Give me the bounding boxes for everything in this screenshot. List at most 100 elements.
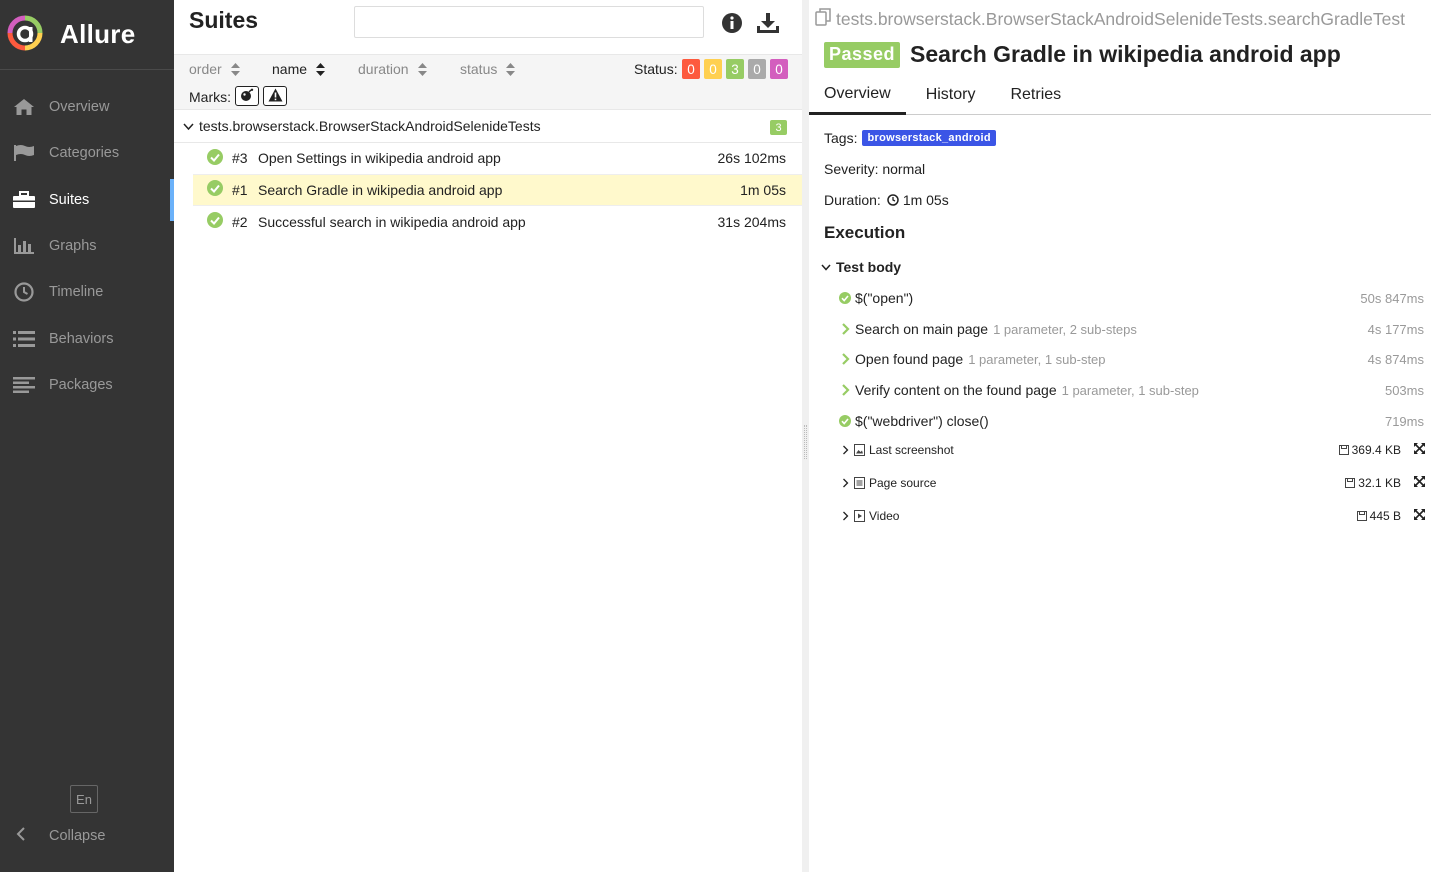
test-name: Successful search in wikipedia android a…: [258, 213, 526, 230]
chevron-right-icon: [838, 511, 852, 521]
test-row-selected[interactable]: #1 Search Gradle in wikipedia android ap…: [193, 174, 802, 206]
test-path-text: tests.browserstack.BrowserStackAndroidSe…: [836, 9, 1405, 29]
sidebar-item-overview[interactable]: Overview: [0, 84, 174, 130]
step-row[interactable]: Open found page 1 parameter, 1 sub-step …: [838, 344, 1431, 374]
allure-report: Allure Overview Categories Suites Graphs…: [0, 0, 1431, 872]
expand-icon[interactable]: [1414, 476, 1425, 490]
step-row[interactable]: Search on main page 1 parameter, 2 sub-s…: [838, 314, 1431, 344]
sidebar-item-packages[interactable]: Packages: [0, 362, 174, 408]
passed-count-badge: 3: [770, 120, 787, 135]
step-row[interactable]: $("open") 50s 847ms: [838, 283, 1431, 313]
status-skipped-toggle[interactable]: 0: [748, 59, 766, 79]
tab-retries[interactable]: Retries: [995, 75, 1076, 114]
sort-by-status[interactable]: status: [460, 61, 516, 77]
sidebar-item-categories[interactable]: Categories: [0, 130, 174, 176]
step-meta: 1 parameter, 1 sub-step: [968, 351, 1106, 367]
save-icon: [1338, 445, 1349, 455]
step-duration: 503ms: [1384, 382, 1424, 398]
sort-bar: order name duration status Status: 0 0 3…: [174, 54, 802, 110]
tab-overview[interactable]: Overview: [809, 75, 906, 115]
execution-heading: Execution: [824, 223, 906, 242]
test-title: Search Gradle in wikipedia android app: [910, 41, 1341, 67]
suite-group[interactable]: tests.browserstack.BrowserStackAndroidSe…: [174, 110, 802, 143]
sidebar-item-behaviors[interactable]: Behaviors: [0, 315, 174, 361]
test-number: #3: [232, 150, 248, 167]
test-duration: 1m 05s: [740, 181, 786, 198]
attachment-row[interactable]: Video 445 B: [838, 501, 1431, 531]
step-meta: 1 parameter, 1 sub-step: [1061, 382, 1199, 398]
test-duration: 26s 102ms: [717, 150, 786, 167]
clock-icon: [12, 282, 36, 302]
passed-icon: [838, 292, 852, 304]
sidebar-item-label: Packages: [49, 376, 113, 393]
search-input[interactable]: [354, 6, 704, 38]
video-file-icon: [854, 510, 865, 522]
clock-icon: [887, 194, 899, 206]
save-icon: [1345, 478, 1356, 488]
language-button[interactable]: En: [70, 785, 98, 813]
attachment-row[interactable]: Page source 32.1 KB: [838, 468, 1431, 498]
sidebar-item-label: Categories: [49, 145, 120, 162]
info-icon[interactable]: [720, 10, 744, 36]
passed-icon: [838, 415, 852, 427]
chevron-right-icon: [838, 323, 852, 335]
attachment-size: 445 B: [1356, 509, 1401, 523]
step-duration: 4s 874ms: [1367, 351, 1424, 367]
allure-logo-icon: [7, 15, 43, 54]
step-row[interactable]: Verify content on the found page 1 param…: [838, 375, 1431, 405]
step-row[interactable]: $("webdriver") close() 719ms: [838, 406, 1431, 436]
status-unknown-toggle[interactable]: 0: [770, 59, 788, 79]
new-failed-mark-toggle[interactable]: [263, 86, 287, 106]
duration-value: 1m 05s: [902, 192, 949, 208]
test-row[interactable]: #2 Successful search in wikipedia androi…: [193, 206, 802, 238]
flaky-mark-toggle[interactable]: [235, 86, 259, 106]
sort-icon: [417, 62, 427, 76]
test-name: Open Settings in wikipedia android app: [258, 150, 501, 167]
expand-icon[interactable]: [1414, 443, 1425, 457]
collapse-label: Collapse: [49, 828, 106, 844]
copy-icon[interactable]: [815, 8, 832, 31]
attachment-size-text: 369.4 KB: [1351, 443, 1401, 457]
attachment-size: 369.4 KB: [1338, 443, 1401, 457]
sidebar-item-graphs[interactable]: Graphs: [0, 223, 174, 269]
sidebar-nav: Overview Categories Suites Graphs Timeli…: [0, 84, 174, 408]
sort-by-duration[interactable]: duration: [358, 61, 427, 77]
align-left-icon: [12, 375, 36, 395]
status-passed-toggle[interactable]: 3: [726, 59, 744, 79]
sort-by-order[interactable]: order: [189, 61, 240, 77]
pane-splitter[interactable]: [802, 0, 809, 872]
tab-history[interactable]: History: [911, 75, 991, 114]
sort-by-name[interactable]: name: [272, 61, 326, 77]
step-meta: 1 parameter, 2 sub-steps: [993, 321, 1137, 337]
attachment-row[interactable]: Last screenshot 369.4 KB: [838, 435, 1431, 465]
status-broken-toggle[interactable]: 0: [704, 59, 722, 79]
step-name: Search on main page: [855, 321, 989, 337]
text-file-icon: [854, 477, 865, 489]
test-number: #2: [232, 213, 248, 230]
sort-label: name: [272, 61, 308, 77]
test-body-toggle[interactable]: Test body: [819, 252, 1431, 282]
test-duration: 31s 204ms: [717, 213, 786, 230]
sidebar-item-label: Timeline: [49, 284, 104, 301]
sidebar: Allure Overview Categories Suites Graphs…: [0, 0, 174, 872]
test-name: Search Gradle in wikipedia android app: [258, 181, 503, 198]
step-duration: 719ms: [1384, 413, 1424, 429]
step-duration: 50s 847ms: [1360, 290, 1424, 306]
list-icon: [12, 329, 36, 349]
brand[interactable]: Allure: [0, 0, 174, 70]
download-icon[interactable]: [756, 10, 780, 36]
sidebar-item-suites[interactable]: Suites: [0, 177, 174, 223]
page-title: Suites: [189, 7, 259, 33]
suites-header: Suites: [174, 0, 802, 54]
chevron-right-icon: [838, 353, 852, 365]
sort-icon: [506, 62, 516, 76]
status-failed-toggle[interactable]: 0: [682, 59, 700, 79]
sort-label: duration: [358, 61, 409, 77]
collapse-button[interactable]: Collapse: [0, 822, 174, 850]
chevron-right-icon: [838, 445, 852, 455]
step-name: Verify content on the found page: [855, 382, 1057, 398]
sidebar-item-timeline[interactable]: Timeline: [0, 269, 174, 315]
test-row[interactable]: #3 Open Settings in wikipedia android ap…: [193, 143, 802, 175]
expand-icon[interactable]: [1414, 509, 1425, 523]
attachment-name: Video: [869, 509, 900, 523]
